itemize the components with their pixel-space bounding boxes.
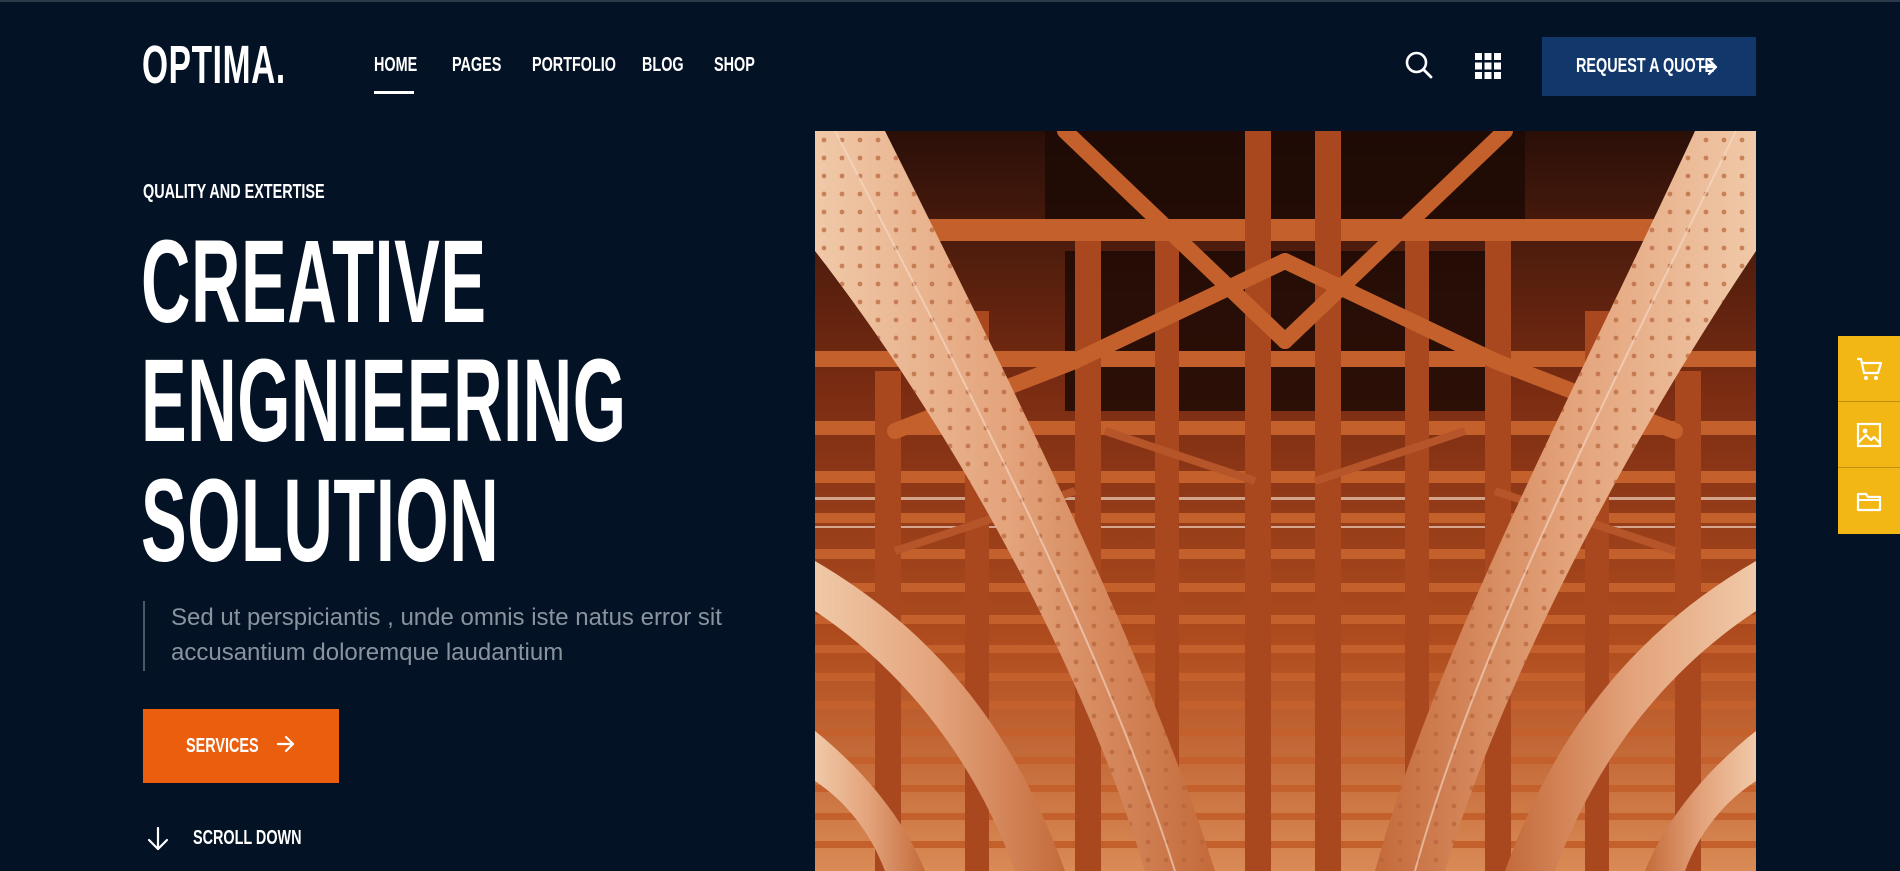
services-label: SERVICES xyxy=(186,735,259,757)
logo[interactable]: OPTIMA. xyxy=(142,38,286,92)
arrow-right-icon xyxy=(276,735,295,753)
nav-item-home[interactable]: HOME xyxy=(374,53,452,94)
hero-headline-line-2: ENGNIEERING xyxy=(141,335,627,467)
top-border xyxy=(0,0,1900,2)
dock-gallery-button[interactable] xyxy=(1838,402,1900,468)
scroll-down-link[interactable]: SCROLL DOWN xyxy=(146,826,302,852)
lead-accent-bar xyxy=(143,601,145,671)
cart-icon xyxy=(1857,357,1883,380)
search-button[interactable] xyxy=(1404,50,1434,80)
nav-item-label: BLOG xyxy=(642,54,684,76)
main-nav: HOME PAGES PORTFOLIO BLOG SHOP xyxy=(374,53,774,94)
nav-item-label: PAGES xyxy=(452,54,502,76)
side-dock xyxy=(1838,336,1900,534)
nav-item-label: HOME xyxy=(374,54,418,76)
dock-cart-button[interactable] xyxy=(1838,336,1900,402)
nav-item-label: SHOP xyxy=(714,54,755,76)
image-icon xyxy=(1856,422,1882,447)
hero-lead-line-1: Sed ut perspiciantis , unde omnis iste n… xyxy=(171,604,722,631)
arrow-down-icon xyxy=(147,826,169,851)
scroll-down-label: SCROLL DOWN xyxy=(193,827,302,849)
hero-lead-line-2: accusantium doloremque laudantium xyxy=(171,639,564,666)
grid-menu-icon xyxy=(1475,53,1501,79)
hero-lead-text: Sed ut perspiciantis , unde omnis iste n… xyxy=(171,600,791,670)
services-button[interactable]: SERVICES xyxy=(143,709,339,783)
grid-menu-button[interactable] xyxy=(1475,53,1501,79)
nav-item-pages[interactable]: PAGES xyxy=(452,53,532,77)
hero-headline-line-1: CREATIVE xyxy=(141,216,487,348)
nav-item-blog[interactable]: BLOG xyxy=(642,53,714,77)
request-quote-label: REQUEST A QUOTE xyxy=(1576,55,1715,77)
hero-image xyxy=(815,131,1756,871)
request-quote-button[interactable]: REQUEST A QUOTE xyxy=(1542,37,1756,96)
dock-folder-button[interactable] xyxy=(1838,468,1900,534)
nav-item-shop[interactable]: SHOP xyxy=(714,53,774,77)
folder-icon xyxy=(1856,492,1882,512)
nav-item-portfolio[interactable]: PORTFOLIO xyxy=(532,53,642,77)
bridge-photo xyxy=(815,131,1756,871)
hero-eyebrow: QUALITY AND EXTERTISE xyxy=(143,181,325,203)
arrow-right-icon xyxy=(1699,58,1718,76)
page: OPTIMA. HOME PAGES PORTFOLIO BLOG SHOP R… xyxy=(0,0,1900,871)
search-icon xyxy=(1405,51,1433,79)
hero-headline-line-3: SOLUTION xyxy=(141,455,500,587)
nav-item-label: PORTFOLIO xyxy=(532,54,617,76)
